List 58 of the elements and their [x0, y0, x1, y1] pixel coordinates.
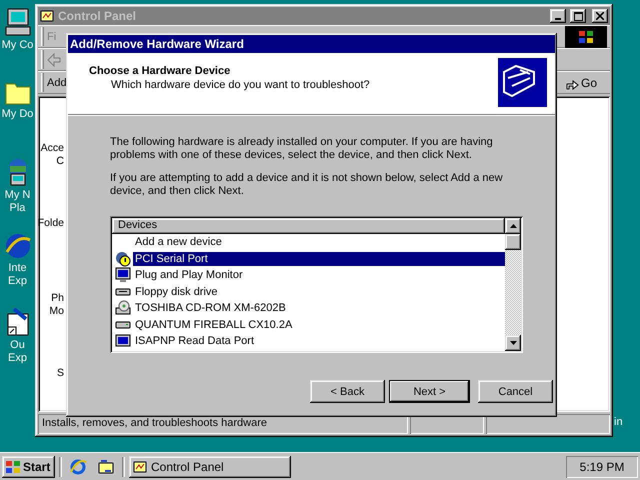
- desktop-icon-label[interactable]: Inte Exp: [8, 262, 27, 288]
- monitor-icon: [115, 267, 131, 284]
- computer-icon: [4, 8, 30, 36]
- browser-icon: [4, 233, 30, 259]
- column-header[interactable]: Devices: [112, 218, 505, 234]
- taskbar-button[interactable]: Control Panel: [129, 456, 291, 478]
- control-panel-item-label[interactable]: Ph Mo: [49, 292, 64, 318]
- device-item[interactable]: TOSHIBA CD-ROM XM-6202B: [133, 301, 288, 316]
- desktop-icon-label[interactable]: My Do: [2, 108, 34, 121]
- clock: 5:19 PM: [566, 456, 638, 478]
- scroll-up-button[interactable]: [505, 218, 521, 234]
- scroll-thumb[interactable]: [505, 234, 521, 250]
- device-item[interactable]: QUANTUM FIREBALL CX10.2A: [133, 318, 294, 332]
- dialog-button[interactable]: Next >: [389, 380, 470, 403]
- device-item[interactable]: PCI Serial Port: [133, 252, 505, 266]
- desktop-icon-label[interactable]: My Co: [2, 39, 34, 52]
- folder-icon: [4, 83, 30, 105]
- go-button[interactable]: Go: [565, 76, 607, 90]
- device-item[interactable]: Floppy disk drive: [133, 284, 220, 299]
- down-arrow-icon: [510, 341, 516, 345]
- cd-drive-icon: [115, 300, 131, 316]
- window-title: Control Panel: [58, 9, 138, 23]
- scrollbar[interactable]: [505, 218, 521, 351]
- mail-icon: [6, 308, 30, 336]
- device-item[interactable]: Add a new device: [133, 235, 224, 250]
- up-arrow-icon: [510, 224, 516, 228]
- wizard-heading: Choose a Hardware Device: [89, 65, 232, 77]
- maximize-button[interactable]: [570, 9, 586, 23]
- desktop-icon-label[interactable]: in: [614, 416, 623, 428]
- device-item[interactable]: Plug and Play Monitor: [133, 268, 245, 282]
- warning-icon: [115, 250, 131, 267]
- minimize-button[interactable]: [550, 9, 566, 23]
- address-label: Add: [47, 76, 67, 88]
- control-panel-icon: [40, 9, 54, 23]
- control-panel-item-label[interactable]: Acce C: [40, 142, 64, 168]
- device-item[interactable]: ISAPNP Read Data Port: [133, 334, 256, 348]
- dialog-title: Add/Remove Hardware Wizard: [70, 37, 245, 51]
- desktop-icon-label[interactable]: My N Pla: [4, 189, 30, 215]
- instruction-text: If you are attempting to add a device and it is not shown below, select Add a new device, and then click Next.: [110, 172, 504, 198]
- flag-logo-icon: [578, 30, 594, 44]
- scroll-down-button[interactable]: [505, 335, 521, 351]
- control-panel-icon: [133, 460, 147, 474]
- dialog-button[interactable]: < Back: [310, 380, 385, 403]
- flag-logo-icon: [5, 460, 21, 474]
- wizard-subtitle: Which hardware device do you want to troubleshoot?: [110, 79, 371, 91]
- status-bar-text: Installs, removes, and troubleshoots hardware: [38, 414, 408, 434]
- dialog-button[interactable]: Cancel: [478, 380, 553, 403]
- maximize-icon: [574, 12, 582, 20]
- close-icon: [596, 12, 604, 20]
- window-arrows-icon: [97, 458, 115, 476]
- start-button[interactable]: Start: [2, 456, 55, 478]
- browser-icon: [69, 458, 87, 476]
- control-panel-item-label[interactable]: S: [56, 367, 64, 380]
- close-button[interactable]: [592, 9, 608, 23]
- instruction-text: The following hardware is already installed on your computer. If you are having problems with one of these devices, select the device, and then click Next.: [110, 136, 494, 162]
- hardware-slots-icon: [498, 58, 547, 107]
- chip-icon: [115, 333, 131, 350]
- desktop-icon-label[interactable]: Ou Exp: [8, 339, 27, 365]
